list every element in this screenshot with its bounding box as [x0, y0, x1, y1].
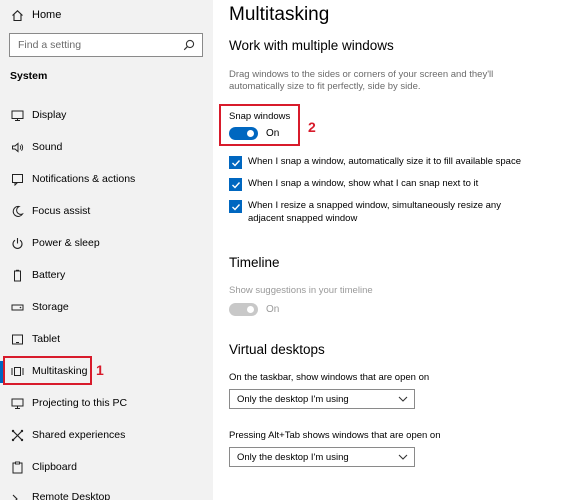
- moon-icon: [10, 204, 24, 218]
- chevron-down-icon: [398, 394, 408, 404]
- home-link[interactable]: Home: [10, 7, 61, 23]
- battery-icon: [10, 268, 24, 282]
- snap-option-resize-adjacent[interactable]: When I resize a snapped window, simultan…: [229, 200, 529, 225]
- sidebar: Home Find a setting System Display Sound…: [0, 0, 213, 500]
- home-label: Home: [32, 9, 62, 21]
- sidebar-item-label: Power & sleep: [32, 237, 100, 249]
- projector-icon: [10, 396, 24, 410]
- snap-option-fill-space[interactable]: When I snap a window, automatically size…: [229, 156, 549, 169]
- callout-number-1: 1: [96, 362, 104, 378]
- sidebar-item-label: Tablet: [32, 333, 61, 345]
- snap-description: Drag windows to the sides or corners of …: [229, 69, 494, 92]
- timeline-state: On: [266, 304, 280, 315]
- alttab-dropdown[interactable]: Only the desktop I'm using: [229, 447, 415, 467]
- checkbox-label: When I snap a window, automatically size…: [248, 156, 521, 167]
- sidebar-item-tablet[interactable]: Tablet: [10, 331, 60, 347]
- checkbox-label: When I resize a snapped window, simultan…: [248, 200, 501, 224]
- notification-icon: [10, 172, 24, 186]
- sidebar-item-label: Shared experiences: [32, 429, 126, 441]
- sidebar-item-storage[interactable]: Storage: [10, 299, 69, 315]
- home-icon: [10, 8, 24, 22]
- toggle-knob: [247, 130, 254, 137]
- sidebar-item-label: Clipboard: [32, 461, 77, 473]
- sidebar-item-label: Projecting to this PC: [32, 397, 128, 409]
- clipboard-icon: [10, 460, 24, 474]
- power-icon: [10, 236, 24, 250]
- checkbox-checked-icon[interactable]: [229, 178, 242, 191]
- sidebar-item-label: Display: [32, 109, 67, 121]
- sidebar-item-power-sleep[interactable]: Power & sleep: [10, 235, 100, 251]
- sidebar-item-projecting[interactable]: Projecting to this PC: [10, 395, 127, 411]
- search-icon[interactable]: [183, 39, 195, 51]
- sidebar-item-clipboard[interactable]: Clipboard: [10, 459, 77, 475]
- speaker-icon: [10, 140, 24, 154]
- alttab-label: Pressing Alt+Tab shows windows that are …: [229, 430, 441, 441]
- snap-windows-state: On: [266, 128, 280, 139]
- checkbox-checked-icon[interactable]: [229, 156, 242, 169]
- checkbox-label: When I snap a window, show what I can sn…: [248, 178, 479, 189]
- snap-windows-label: Snap windows: [229, 111, 291, 122]
- tablet-icon: [10, 332, 24, 346]
- sidebar-item-battery[interactable]: Battery: [10, 267, 65, 283]
- taskbar-label: On the taskbar, show windows that are op…: [229, 372, 430, 383]
- section-heading-snap: Work with multiple windows: [229, 38, 394, 53]
- sidebar-item-sound[interactable]: Sound: [10, 139, 62, 155]
- callout-number-2: 2: [308, 119, 316, 135]
- toggle-knob: [247, 306, 254, 313]
- page-title: Multitasking: [229, 4, 330, 25]
- display-icon: [10, 108, 24, 122]
- taskbar-dropdown[interactable]: Only the desktop I'm using: [229, 389, 415, 409]
- timeline-label: Show suggestions in your timeline: [229, 285, 373, 296]
- sidebar-item-focus-assist[interactable]: Focus assist: [10, 203, 90, 219]
- sidebar-item-label: Storage: [32, 301, 69, 313]
- sidebar-item-label: Remote Desktop: [32, 491, 111, 500]
- sidebar-item-notifications[interactable]: Notifications & actions: [10, 171, 135, 187]
- dropdown-value: Only the desktop I'm using: [237, 393, 349, 405]
- sidebar-item-display[interactable]: Display: [10, 107, 66, 123]
- section-label-system: System: [10, 70, 48, 82]
- shared-icon: [10, 428, 24, 442]
- search-placeholder: Find a setting: [18, 39, 82, 51]
- snap-option-show-next[interactable]: When I snap a window, show what I can sn…: [229, 178, 549, 191]
- sidebar-item-remote-desktop[interactable]: Remote Desktop: [10, 489, 110, 500]
- chevron-down-icon: [398, 452, 408, 462]
- section-heading-virtual-desktops: Virtual desktops: [229, 342, 325, 357]
- sidebar-item-label: Battery: [32, 269, 66, 281]
- callout-box-multitasking: [3, 356, 92, 385]
- sidebar-item-label: Focus assist: [32, 205, 91, 217]
- sidebar-item-label: Sound: [32, 141, 63, 153]
- section-heading-timeline: Timeline: [229, 255, 280, 270]
- storage-icon: [10, 300, 24, 314]
- checkbox-checked-icon[interactable]: [229, 200, 242, 213]
- timeline-toggle[interactable]: [229, 303, 258, 316]
- dropdown-value: Only the desktop I'm using: [237, 451, 349, 463]
- snap-windows-toggle[interactable]: [229, 127, 258, 140]
- remote-icon: [10, 490, 24, 500]
- search-input[interactable]: Find a setting: [9, 33, 203, 57]
- sidebar-item-shared-experiences[interactable]: Shared experiences: [10, 427, 125, 443]
- sidebar-item-label: Notifications & actions: [32, 173, 136, 185]
